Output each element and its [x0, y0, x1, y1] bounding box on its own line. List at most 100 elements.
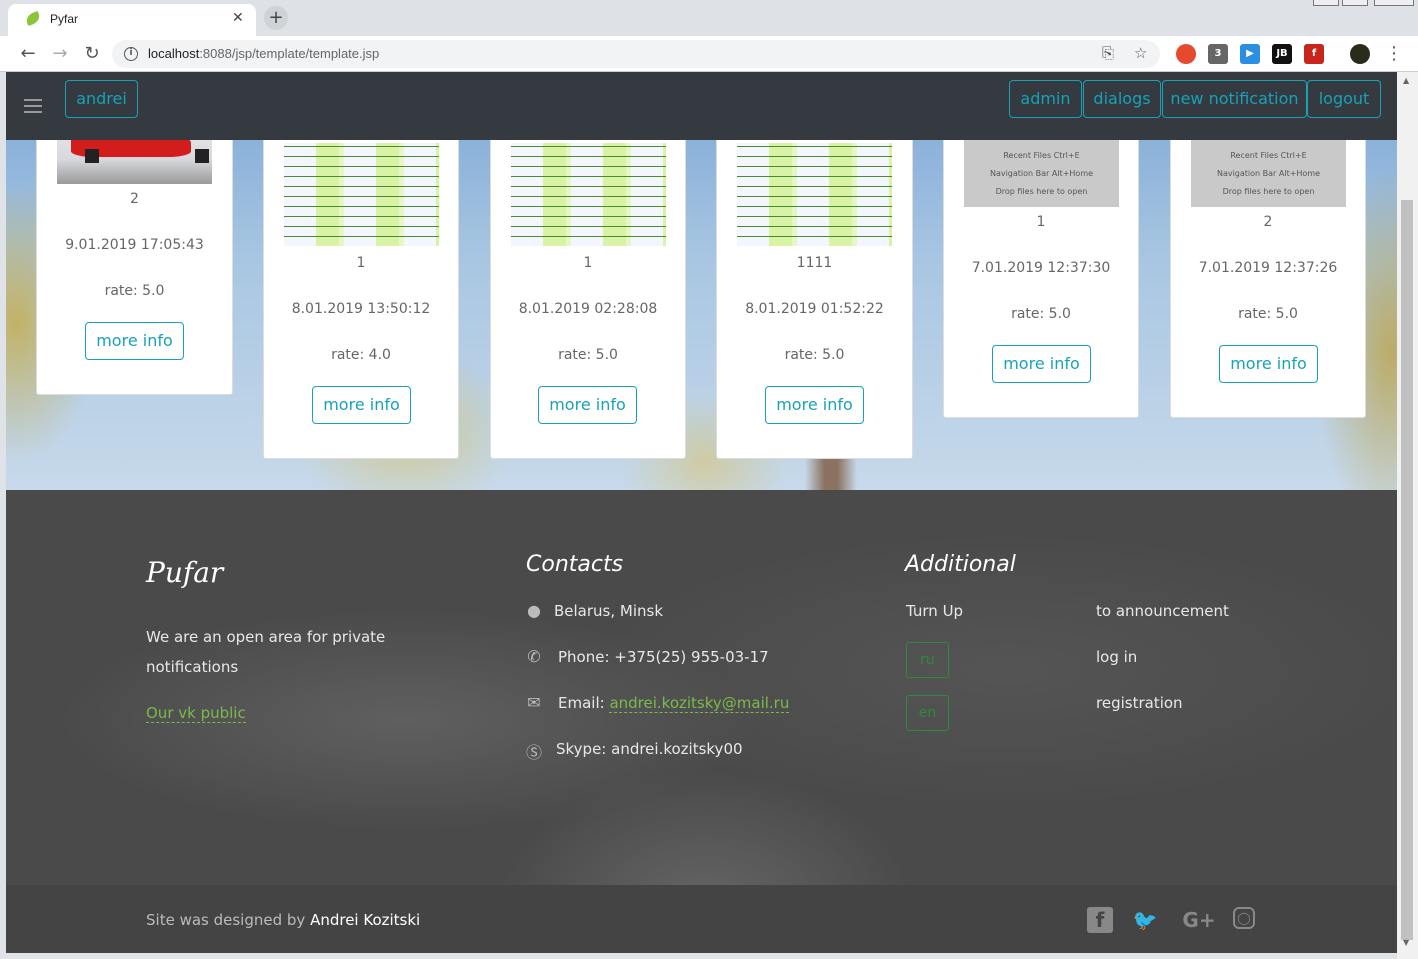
- site-info-icon[interactable]: i: [124, 47, 138, 61]
- footer: Pufar We are an open area for private no…: [6, 490, 1397, 885]
- card-title: 2: [1263, 214, 1273, 230]
- card-rate: rate: 5.0: [558, 347, 618, 363]
- logout-button[interactable]: logout: [1307, 80, 1381, 118]
- admin-button[interactable]: admin: [1009, 80, 1082, 118]
- additional-heading: Additional: [905, 552, 1016, 577]
- log-in-link[interactable]: log in: [1096, 648, 1137, 666]
- dialogs-button[interactable]: dialogs: [1083, 80, 1161, 118]
- minimize-window-button[interactable]: [1313, 0, 1339, 6]
- extension-play-icon[interactable]: ▶: [1240, 44, 1260, 64]
- new-notification-button[interactable]: new notification: [1162, 80, 1307, 118]
- card-image-spreadsheet: [737, 143, 892, 246]
- contact-phone: Phone: +375(25) 955-03-17: [558, 648, 769, 666]
- instagram-icon[interactable]: ◯: [1233, 907, 1255, 929]
- footer-about-line: notifications: [146, 658, 239, 676]
- profile-avatar[interactable]: [1350, 44, 1370, 64]
- more-info-button[interactable]: more info: [85, 322, 184, 360]
- card-date: 9.01.2019 17:05:43: [65, 237, 204, 253]
- notification-card: 1111 8.01.2019 01:52:22 rate: 5.0 more i…: [716, 92, 913, 459]
- top-navbar: andrei admin dialogs new notification lo…: [6, 72, 1397, 140]
- author-name: Andrei Kozitski: [310, 911, 421, 929]
- card-rate: rate: 5.0: [1011, 306, 1071, 322]
- scrollbar-thumb[interactable]: [1401, 200, 1413, 940]
- maximize-window-button[interactable]: [1342, 0, 1368, 6]
- card-date: 7.01.2019 12:37:26: [1198, 260, 1338, 276]
- envelope-icon: ✉: [527, 693, 541, 712]
- card-title: 1111: [796, 255, 833, 271]
- scroll-down-icon[interactable]: ▼: [1403, 938, 1409, 947]
- extension-target-icon[interactable]: [1176, 44, 1196, 64]
- user-button[interactable]: andrei: [65, 80, 138, 118]
- scroll-up-icon[interactable]: ▲: [1403, 76, 1409, 85]
- flash-extension-icon[interactable]: f: [1304, 44, 1324, 64]
- card-rate: rate: 5.0: [1238, 306, 1298, 322]
- twitter-icon[interactable]: 🐦: [1132, 907, 1158, 933]
- facebook-icon[interactable]: f: [1087, 907, 1113, 933]
- skype-icon: Ⓢ: [525, 743, 542, 762]
- screenshot-text: Recent Files Ctrl+E: [1230, 151, 1307, 160]
- tab-close-icon[interactable]: ✕: [232, 10, 244, 26]
- more-info-button[interactable]: more info: [992, 345, 1091, 383]
- footer-about-line: We are an open area for private: [146, 628, 386, 646]
- lang-en-button[interactable]: en: [906, 695, 949, 731]
- extension-badge-icon[interactable]: 3: [1208, 44, 1228, 64]
- contacts-heading: Contacts: [526, 552, 624, 577]
- page-viewport: 2 9.01.2019 17:05:43 rate: 5.0 more info…: [6, 72, 1397, 953]
- hamburger-menu-icon[interactable]: [24, 99, 42, 113]
- google-plus-icon[interactable]: G+: [1182, 907, 1216, 933]
- close-window-button[interactable]: [1374, 0, 1414, 6]
- more-info-button[interactable]: more info: [1219, 345, 1318, 383]
- forward-arrow-icon[interactable]: →: [48, 42, 72, 66]
- more-info-button[interactable]: more info: [538, 386, 637, 424]
- copyright-text: Site was designed by Andrei Kozitski: [146, 911, 420, 929]
- contact-email: Email: andrei.kozitsky@mail.ru: [558, 694, 790, 713]
- card-title: 1: [1036, 214, 1046, 230]
- contact-location: Belarus, Minsk: [554, 602, 664, 620]
- screenshot-text: Navigation Bar Alt+Home: [989, 169, 1094, 178]
- browser-menu-icon[interactable]: ⋮: [1382, 42, 1406, 66]
- leaf-favicon-icon: [24, 10, 42, 27]
- new-tab-button[interactable]: +: [264, 6, 288, 30]
- address-bar[interactable]: i localhost:8088/jsp/template/template.j…: [112, 40, 1160, 68]
- email-link[interactable]: andrei.kozitsky@mail.ru: [609, 694, 790, 713]
- tab-title: Pyfar: [50, 12, 79, 26]
- copyright-bar: Site was designed by Andrei Kozitski f 🐦…: [6, 885, 1397, 953]
- browser-toolbar: ← → ↻ i localhost:8088/jsp/template/temp…: [0, 36, 1418, 72]
- more-info-button[interactable]: more info: [765, 386, 864, 424]
- url-text[interactable]: localhost:8088/jsp/template/template.jsp: [148, 46, 379, 61]
- browser-tabstrip: Pyfar ✕ +: [0, 0, 1418, 36]
- copyright-prefix: Site was designed by: [146, 911, 311, 929]
- contact-skype: Skype: andrei.kozitsky00: [556, 740, 743, 758]
- card-rate: rate: 5.0: [784, 347, 845, 363]
- vk-public-link[interactable]: Our vk public: [146, 704, 246, 723]
- notification-card: Recent Files Ctrl+E Navigation Bar Alt+H…: [943, 92, 1139, 418]
- page-scrollbar[interactable]: ▲ ▼: [1397, 72, 1418, 959]
- browser-tab[interactable]: Pyfar ✕: [8, 4, 256, 36]
- screenshot-text: Navigation Bar Alt+Home: [1216, 169, 1321, 178]
- card-image-spreadsheet: [511, 143, 666, 246]
- extension-badge-count: 3: [1214, 48, 1222, 59]
- notification-card: 1 8.01.2019 13:50:12 rate: 4.0 more info: [263, 92, 459, 459]
- phone-icon: ✆: [527, 647, 541, 666]
- card-image-ide-screenshot: Recent Files Ctrl+E Navigation Bar Alt+H…: [1191, 133, 1346, 207]
- card-title: 1: [356, 255, 366, 271]
- map-marker-icon: ●: [527, 601, 541, 620]
- to-announcement-link[interactable]: to announcement: [1096, 602, 1229, 620]
- reload-icon[interactable]: ↻: [80, 42, 104, 66]
- card-title: 2: [130, 191, 139, 207]
- bookmark-star-icon[interactable]: ☆: [1134, 44, 1147, 62]
- more-info-button[interactable]: more info: [312, 386, 411, 424]
- card-image-ide-screenshot: Recent Files Ctrl+E Navigation Bar Alt+H…: [964, 133, 1119, 207]
- lang-ru-button[interactable]: ru: [906, 642, 949, 678]
- email-label: Email:: [558, 694, 610, 712]
- translate-icon[interactable]: ⎘: [1102, 44, 1114, 62]
- turn-up-link[interactable]: Turn Up: [906, 602, 963, 620]
- jetbrains-extension-icon[interactable]: JB: [1272, 44, 1292, 64]
- card-date: 7.01.2019 12:37:30: [971, 260, 1111, 276]
- footer-logo: Pufar: [146, 556, 224, 589]
- registration-link[interactable]: registration: [1096, 694, 1183, 712]
- card-date: 8.01.2019 01:52:22: [745, 301, 884, 317]
- back-arrow-icon[interactable]: ←: [16, 42, 40, 66]
- card-rate: rate: 4.0: [331, 347, 391, 363]
- notification-card: Recent Files Ctrl+E Navigation Bar Alt+H…: [1170, 92, 1366, 418]
